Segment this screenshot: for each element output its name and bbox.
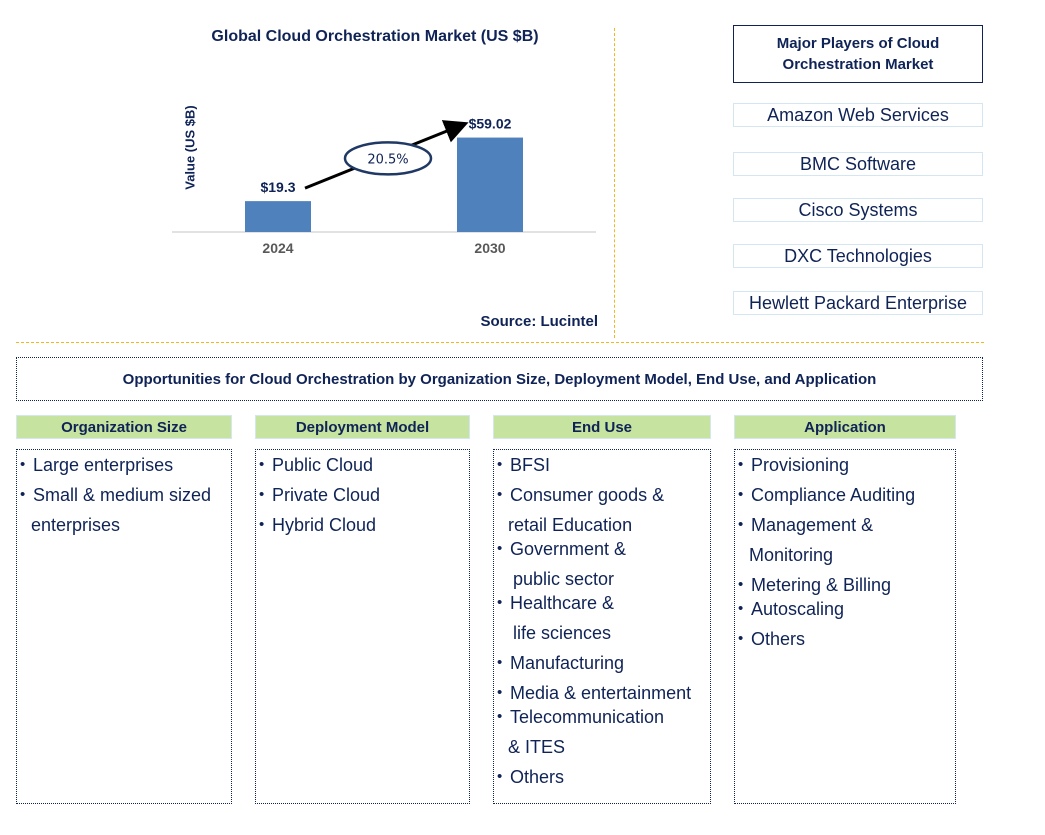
list-item-text: Autoscaling [751, 599, 845, 619]
list-item: Media & entertainment [497, 681, 710, 705]
vertical-divider [614, 28, 615, 338]
list-item-text: Government & [510, 539, 627, 559]
list-item: Autoscaling [738, 597, 955, 621]
category-list-deployment-model: Public Cloud Private Cloud Hybrid Cloud [255, 449, 470, 804]
list-item-continuation: retail Education [508, 515, 633, 535]
list-item-text: Provisioning [751, 455, 850, 475]
list-item-continuation: public sector [513, 569, 615, 589]
list-item-continuation: & ITES [508, 737, 566, 757]
list-item: Private Cloud [259, 483, 469, 507]
player-item: Cisco Systems [733, 198, 983, 222]
list-item-text: Large enterprises [33, 455, 174, 475]
bar-2030 [457, 137, 523, 232]
list-item-continuation: life sciences [513, 623, 612, 643]
list-item-text: Consumer goods & [510, 485, 665, 505]
bar-2024 [245, 201, 311, 232]
list-item: Manufacturing [497, 651, 710, 675]
player-item: DXC Technologies [733, 244, 983, 268]
horizontal-divider [16, 342, 984, 343]
list-item-text: Others [510, 767, 565, 787]
list-item-text: Hybrid Cloud [272, 515, 377, 535]
list-item: Management & Monitoring [738, 513, 955, 567]
player-item: Hewlett Packard Enterprise [733, 291, 983, 315]
category-list-end-use: BFSIConsumer goods &retail EducationGove… [493, 449, 711, 804]
list-item-text: Telecommunication [510, 707, 665, 727]
list-item: Public Cloud [259, 453, 469, 477]
x-tick-label-2030: 2030 [474, 240, 505, 256]
list-item: Metering & Billing [738, 573, 955, 597]
list-item: Consumer goods & retail Education [497, 483, 710, 537]
chart-title: Global Cloud Orchestration Market (US $B… [211, 28, 539, 45]
category-list-application: Provisioning Compliance Auditing Managemen… [734, 449, 956, 804]
list-item-text: Private Cloud [272, 485, 381, 505]
list-item-text: BFSI [510, 455, 551, 475]
list-item: Hybrid Cloud [259, 513, 469, 537]
category-heading-end-use: End Use [493, 415, 711, 439]
list-item: Large enterprises [20, 453, 231, 477]
data-label-2024: $19.3 [260, 179, 295, 195]
opportunities-title: Opportunities for Cloud Orchestration by… [16, 357, 983, 401]
list-item: Government & public sector [497, 537, 710, 591]
player-item: Amazon Web Services [733, 103, 983, 127]
list-item-text: Public Cloud [272, 455, 374, 475]
list-item: BFSI [497, 453, 710, 477]
list-item-continuation: Monitoring [749, 545, 834, 565]
cagr-label: 20.5% [367, 152, 408, 167]
bar-chart: $19.3 2024 $59.02 2030 20.5% [172, 116, 596, 256]
list-item-continuation: enterprises [31, 515, 121, 535]
list-item: Compliance Auditing [738, 483, 955, 507]
list-item: Telecommunication & ITES [497, 705, 710, 759]
category-list-organization-size: Large enterprises Small & medium sized ent… [16, 449, 232, 804]
list-item-text: Management & [751, 515, 874, 535]
list-item-text: Small & medium sized [33, 485, 212, 505]
list-item-text: Others [751, 629, 806, 649]
list-item: Others [738, 627, 955, 651]
list-item-text: Media & entertainment [510, 683, 692, 703]
list-item-text: Healthcare & [510, 593, 615, 613]
category-heading-application: Application [734, 415, 956, 439]
player-item: BMC Software [733, 152, 983, 176]
source-label: Source: Lucintel [480, 313, 598, 330]
list-item-text: Manufacturing [510, 653, 625, 673]
x-tick-label-2024: 2024 [262, 240, 293, 256]
list-item: Small & medium sized enterprises [20, 483, 231, 537]
list-item-text: Compliance Auditing [751, 485, 916, 505]
data-label-2030: $59.02 [469, 116, 512, 132]
list-item: Healthcare & life sciences [497, 591, 710, 645]
category-heading-deployment-model: Deployment Model [255, 415, 470, 439]
list-item: Provisioning [738, 453, 955, 477]
category-heading-organization-size: Organization Size [16, 415, 232, 439]
players-title: Major Players of Cloud Orchestration Mar… [733, 25, 983, 83]
list-item: Others [497, 765, 710, 789]
list-item-text: Metering & Billing [751, 575, 892, 595]
